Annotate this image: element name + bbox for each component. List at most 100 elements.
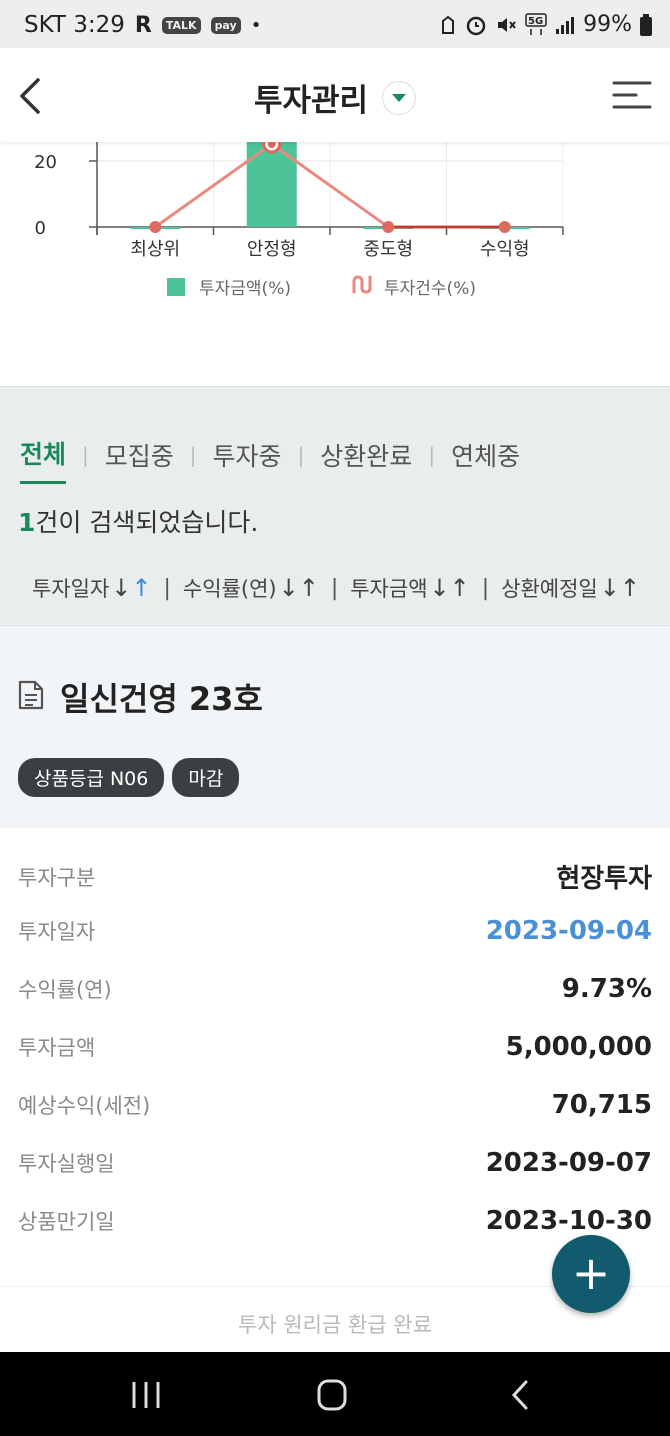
carrier-time: SKT 3:29 <box>24 12 125 38</box>
alarm-icon <box>466 16 486 35</box>
product-badges: 상품등급 N06 마감 <box>18 758 240 797</box>
sort-bar: 투자일자 ↓ ↑ | 수익률(연) ↓ ↑ | 투자금액 ↓ ↑ | 상환예정일… <box>0 573 670 603</box>
page-title: 투자관리 <box>253 83 369 119</box>
sort-asc-icon[interactable]: ↑ <box>450 574 470 602</box>
closed-badge: 마감 <box>172 758 240 797</box>
detail-value: 2023-09-07 <box>485 1148 652 1178</box>
detail-row: 투자실행일 2023-09-07 <box>18 1148 652 1178</box>
sort-divider: | <box>481 575 490 601</box>
detail-label: 수익률(연) <box>18 978 112 1002</box>
detail-value: 5,000,000 <box>505 1032 652 1062</box>
legend-label: 투자건수(%) <box>384 279 476 299</box>
tab-recruiting[interactable]: 모집중 <box>105 437 174 483</box>
tab-all[interactable]: 전체 <box>20 435 67 484</box>
sort-asc-icon[interactable]: ↑ <box>299 574 319 602</box>
detail-row: 투자일자 2023-09-04 <box>18 916 652 946</box>
tab-investing[interactable]: 투자중 <box>213 437 282 483</box>
recycle-icon <box>442 15 455 34</box>
signal-icon <box>556 16 575 34</box>
sort-divider: | <box>330 575 339 601</box>
home-icon[interactable] <box>312 1378 352 1412</box>
sort-divider: | <box>163 575 171 601</box>
detail-label: 상품만기일 <box>18 1210 115 1234</box>
dropdown-triangle-icon[interactable] <box>382 80 417 115</box>
sort-desc-icon[interactable]: ↓ <box>430 574 450 602</box>
status-left: SKT 3:29 R TALK pay • <box>24 12 261 38</box>
detail-row: 수익률(연) 9.73% <box>18 974 652 1004</box>
detail-label: 투자실행일 <box>18 1152 115 1176</box>
y-tick-label: 0 <box>35 218 46 239</box>
sort-asc-icon[interactable]: ↑ <box>131 574 151 602</box>
detail-row: 상품만기일 2023-10-30 <box>18 1206 652 1236</box>
chart-svg: 20 0 최상위 안정형 중도형 수익형투자금액(%) 투자건수(%) <box>34 142 564 299</box>
detail-label: 예상수익(세전) <box>18 1094 151 1118</box>
tab-divider: | <box>189 442 197 467</box>
sort-label: 투자금액 <box>350 577 428 601</box>
grade-badge: 상품등급 N06 <box>18 758 165 797</box>
svg-text:5G: 5G <box>528 16 543 27</box>
status-tabs: 전체 | 모집중 | 투자중 | 상환완료 | 연체중 <box>20 435 520 484</box>
product-details: 투자구분 현장투자 투자일자 2023-09-04 수익률(연) 9.73% 투… <box>0 828 670 1286</box>
tab-overdue[interactable]: 연체중 <box>451 437 520 483</box>
tab-divider: | <box>82 442 89 467</box>
legend-line-swatch <box>352 275 372 294</box>
result-number: 1 <box>18 508 36 537</box>
product-name[interactable]: 일신건영 23호 <box>60 674 263 720</box>
search-result-count: 1건이 검색되었습니다. <box>18 503 258 539</box>
detail-value: 현장투자 <box>556 864 652 894</box>
x-tick-label: 최상위 <box>130 239 180 260</box>
5g-icon: 5G <box>525 12 547 35</box>
sort-asc-icon[interactable]: ↑ <box>620 574 640 602</box>
dot-icon: • <box>250 14 262 36</box>
sort-invest-date[interactable]: 투자일자 ↓ ↑ <box>32 573 152 603</box>
tab-divider: | <box>428 442 436 467</box>
legend-label: 투자금액(%) <box>199 279 291 299</box>
sort-desc-icon[interactable]: ↓ <box>111 574 131 602</box>
sort-desc-icon[interactable]: ↓ <box>600 574 620 602</box>
detail-value: 9.73% <box>561 974 652 1004</box>
detail-value: 2023-10-30 <box>485 1206 652 1236</box>
add-button[interactable]: + <box>552 1235 630 1313</box>
filter-section: 전체 | 모집중 | 투자중 | 상환완료 | 연체중 1건이 검색되었습니다.… <box>0 386 670 626</box>
chart-point <box>498 221 511 233</box>
detail-row: 예상수익(세전) 70,715 <box>18 1090 652 1120</box>
system-nav-bar <box>0 1352 670 1436</box>
product-card-header[interactable]: 일신건영 23호 상품등급 N06 마감 <box>0 626 670 828</box>
status-right: 5G 99% <box>439 12 652 37</box>
sort-label: 수익률(연) <box>182 577 277 601</box>
status-bar: SKT 3:29 R TALK pay • 5G 99% <box>0 0 670 48</box>
recent-apps-icon[interactable] <box>126 1378 166 1412</box>
detail-row: 투자구분 현장투자 <box>18 858 652 895</box>
x-tick-label: 안정형 <box>247 239 297 260</box>
tab-divider: | <box>297 442 305 467</box>
document-icon <box>18 680 44 710</box>
r-app-icon: R <box>134 12 152 38</box>
talk-icon: TALK <box>161 16 201 34</box>
y-tick-label: 20 <box>34 152 57 173</box>
sort-yield[interactable]: 수익률(연) ↓ ↑ <box>183 573 319 603</box>
nav-back-icon[interactable] <box>502 1378 542 1412</box>
detail-row: 투자금액 5,000,000 <box>18 1032 652 1062</box>
detail-value: 2023-09-04 <box>485 916 652 946</box>
tab-repaid[interactable]: 상환완료 <box>320 437 412 483</box>
mute-icon <box>498 17 516 32</box>
detail-label: 투자금액 <box>18 1036 96 1060</box>
pay-icon: pay <box>210 16 241 34</box>
battery-icon <box>640 13 652 36</box>
result-text: 건이 검색되었습니다. <box>35 508 259 537</box>
sort-amount[interactable]: 투자금액 ↓ ↑ <box>350 573 470 603</box>
page-title-wrap: 투자관리 <box>0 75 670 120</box>
investment-chart: 20 0 최상위 안정형 중도형 수익형 투자금액(%) 투자건수(%) <box>0 142 670 386</box>
detail-label: 투자일자 <box>18 920 96 944</box>
menu-icon[interactable] <box>612 78 652 112</box>
legend-bar-swatch <box>167 278 185 296</box>
x-tick-label: 중도형 <box>363 239 413 260</box>
sort-desc-icon[interactable]: ↓ <box>279 574 299 602</box>
battery-text: 99% <box>583 12 632 37</box>
sort-label: 상환예정일 <box>501 577 598 601</box>
title-dropdown[interactable]: 투자관리 <box>253 75 417 120</box>
sort-repay-date[interactable]: 상환예정일 ↓ ↑ <box>501 573 640 603</box>
chart-point <box>149 221 162 233</box>
detail-label: 투자구분 <box>18 865 96 890</box>
app-header: 투자관리 <box>0 48 670 142</box>
